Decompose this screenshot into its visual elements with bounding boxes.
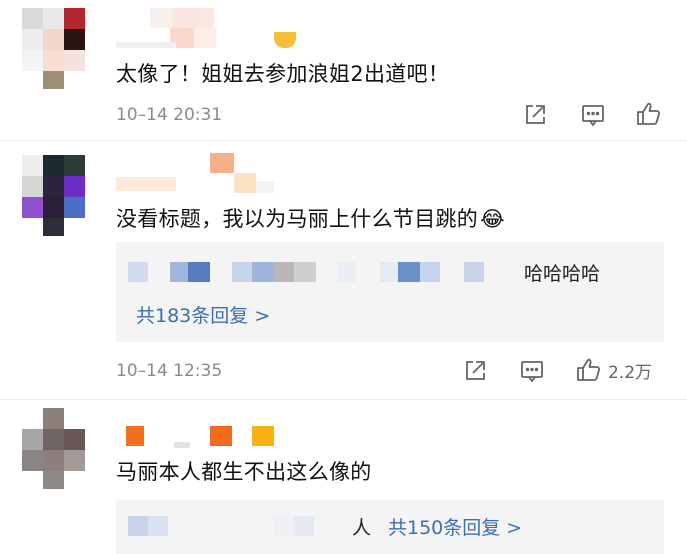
avatar[interactable] [22,155,86,236]
comment-time: 10–14 12:35 [116,361,223,381]
reply-preview[interactable]: 哈哈哈哈 共183条回复 > [116,242,664,342]
view-replies-link[interactable]: 共150条回复 > [388,513,522,540]
comment-time: 10–14 20:31 [116,105,223,125]
reply-text: 哈哈哈哈 [524,263,601,285]
username[interactable] [116,8,301,48]
share-icon [462,358,488,384]
comment-button[interactable] [580,101,606,129]
thumbs-up-icon [574,356,602,384]
comment-icon [519,358,545,384]
comment-2: 没看标题，我以为马丽上什么节目跳的😂 哈哈哈哈 共183条回复 > 10–14 … [0,141,687,399]
share-icon [522,102,548,128]
comment-icon [580,102,606,128]
laughing-emoji: 😂 [480,207,505,231]
avatar[interactable] [22,8,86,89]
reply-preview[interactable]: 人 共150条回复 > [116,500,664,554]
like-count: 2.2万 [608,362,653,383]
comment-text: 没看标题，我以为马丽上什么节目跳的😂 [116,207,505,231]
share-button[interactable] [522,101,548,129]
comment-text: 马丽本人都生不出这么像的 [116,460,372,484]
reply-text: 人 [352,517,372,539]
like-button[interactable] [634,100,668,128]
share-button[interactable] [462,357,488,385]
username[interactable] [116,426,286,448]
avatar[interactable] [22,408,86,489]
comment-button[interactable] [519,357,545,385]
comment-3: 马丽本人都生不出这么像的 人 共150条回复 > [0,400,687,554]
comment-text: 太像了！姐姐去参加浪姐2出道吧！ [116,62,450,86]
view-replies-link[interactable]: 共183条回复 > [136,301,270,328]
like-button[interactable]: 2.2万 [574,356,652,384]
comment-1: 太像了！姐姐去参加浪姐2出道吧！ 10–14 20:31 [0,0,687,150]
username[interactable] [116,153,286,193]
thumbs-up-icon [634,100,662,128]
